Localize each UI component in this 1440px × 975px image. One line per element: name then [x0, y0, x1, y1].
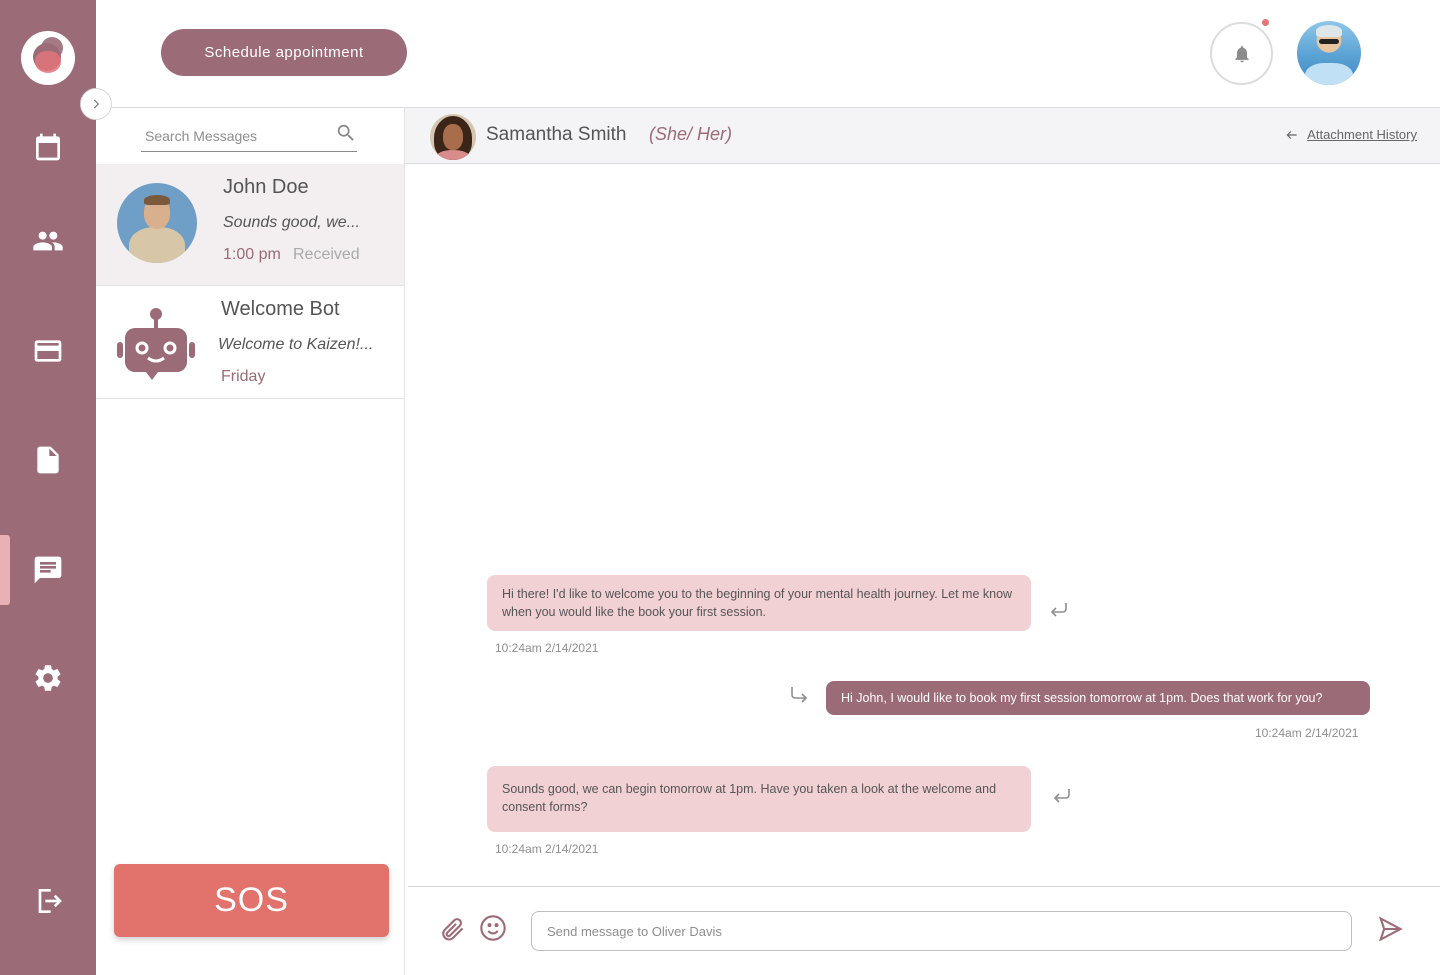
conversation-name: John Doe — [223, 176, 309, 198]
search-icon[interactable] — [335, 122, 357, 144]
credit-card-icon — [34, 340, 62, 362]
message-bubble-outgoing: Hi John, I would like to book my first s… — [826, 681, 1370, 715]
search-bar — [141, 116, 357, 152]
arrow-left-icon — [1286, 130, 1297, 139]
message-timestamp: 10:24am 2/14/2021 — [495, 641, 599, 655]
smiley-icon — [480, 915, 506, 941]
bell-icon — [1234, 45, 1249, 62]
chat-header: Samantha Smith (She/ Her) Attachment His… — [405, 108, 1440, 164]
nav-calendar[interactable] — [0, 112, 96, 182]
message-timestamp: 10:24am 2/14/2021 — [495, 842, 599, 856]
composer-divider — [408, 886, 1440, 887]
app-logo[interactable] — [21, 31, 75, 85]
forward-icon[interactable] — [787, 683, 811, 707]
nav-messages[interactable] — [0, 535, 96, 605]
conversation-status: Received — [293, 246, 360, 263]
avatar — [117, 183, 197, 263]
contact-pronouns: (She/ Her) — [649, 124, 733, 144]
people-icon — [33, 231, 63, 251]
send-icon — [1378, 916, 1403, 942]
nav-settings[interactable] — [0, 643, 96, 713]
reply-icon[interactable] — [1047, 597, 1071, 621]
contact-name: Samantha Smith — [486, 124, 627, 145]
message-input[interactable] — [531, 911, 1352, 951]
message-bubble-incoming: Sounds good, we can begin tomorrow at 1p… — [487, 766, 1031, 832]
avatar-hat — [1316, 25, 1342, 37]
list-divider — [404, 107, 405, 975]
message-timestamp: 10:24am 2/14/2021 — [1255, 726, 1359, 740]
conversation-item[interactable]: John Doe Sounds good, we... 1:00 pm Rece… — [96, 164, 404, 286]
message-bubble-incoming: Hi there! I'd like to welcome you to the… — [487, 575, 1031, 631]
send-button[interactable] — [1374, 913, 1406, 945]
robot-icon — [116, 304, 196, 384]
user-avatar[interactable] — [1297, 21, 1361, 85]
conversation-preview: Sounds good, we... — [223, 214, 360, 231]
avatar-hair — [144, 195, 170, 205]
sos-button[interactable]: SOS — [114, 864, 389, 937]
schedule-appointment-button[interactable]: Schedule appointment — [161, 29, 407, 76]
nav-logout[interactable] — [0, 866, 96, 936]
calendar-icon — [36, 133, 60, 161]
reply-icon[interactable] — [1050, 783, 1074, 807]
gear-icon — [35, 665, 61, 691]
nav-rail — [0, 0, 96, 975]
attach-button[interactable] — [437, 914, 467, 944]
notification-dot — [1262, 19, 1269, 26]
logo-heart-icon — [35, 51, 61, 73]
avatar-body — [129, 227, 185, 263]
conversation-item[interactable]: Welcome Bot Welcome to Kaizen!... Friday — [96, 286, 404, 399]
conversation-name: Welcome Bot — [221, 298, 340, 320]
nav-people[interactable] — [0, 206, 96, 276]
emoji-button[interactable] — [478, 913, 508, 943]
conversation-time: Friday — [221, 368, 266, 385]
nav-billing[interactable] — [0, 316, 96, 386]
avatar-shirt — [1305, 63, 1353, 85]
paperclip-icon — [442, 918, 464, 941]
avatar-face — [443, 124, 463, 150]
notifications-button[interactable] — [1210, 22, 1273, 85]
avatar-top — [436, 150, 470, 160]
avatar-glasses — [1319, 39, 1339, 44]
contact-avatar[interactable] — [430, 114, 476, 160]
document-icon — [37, 446, 59, 474]
attachment-history-label: Attachment History — [1307, 127, 1417, 142]
conversation-preview: Welcome to Kaizen!... — [218, 336, 374, 353]
search-input[interactable] — [141, 124, 326, 148]
conversation-time: 1:00 pm — [223, 246, 281, 263]
chevron-right-icon — [93, 99, 100, 109]
chat-icon — [34, 556, 62, 584]
attachment-history-link[interactable]: Attachment History — [1285, 127, 1417, 142]
logout-icon — [38, 889, 62, 913]
collapse-sidebar-button[interactable] — [80, 88, 112, 120]
nav-documents[interactable] — [0, 425, 96, 495]
